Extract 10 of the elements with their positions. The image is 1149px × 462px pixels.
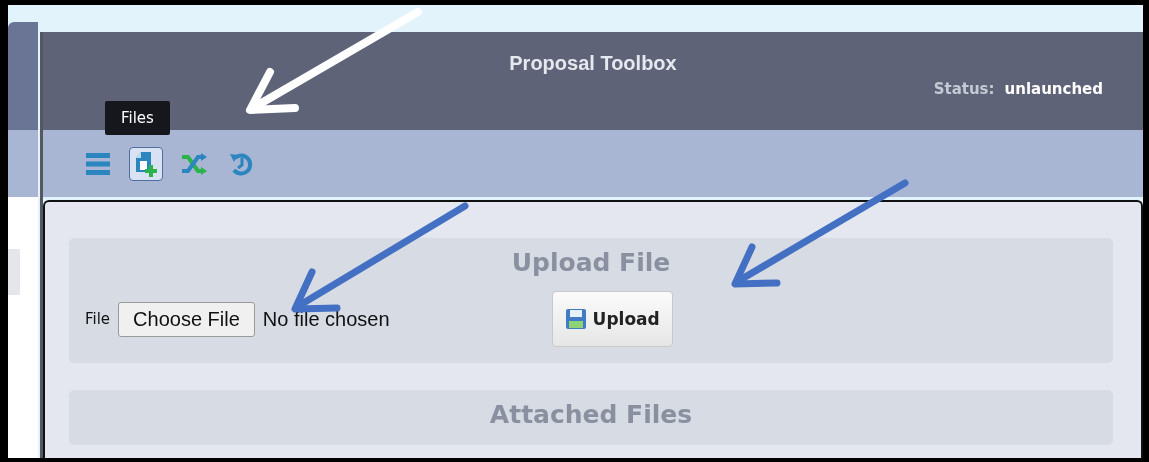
field-label: File [85, 310, 111, 328]
section-title: Attached Files [488, 400, 694, 429]
panel-title: Proposal Toolbox [509, 52, 677, 75]
status-value: unlaunched [1004, 80, 1103, 98]
tooltip: Files [105, 100, 170, 135]
upload-button[interactable]: Upload [551, 291, 673, 347]
choose-file-button[interactable]: Choose File [118, 301, 255, 337]
file-status: No file chosen [262, 307, 390, 331]
status-label: Status: [933, 80, 995, 98]
section-title: Upload File [510, 248, 672, 277]
